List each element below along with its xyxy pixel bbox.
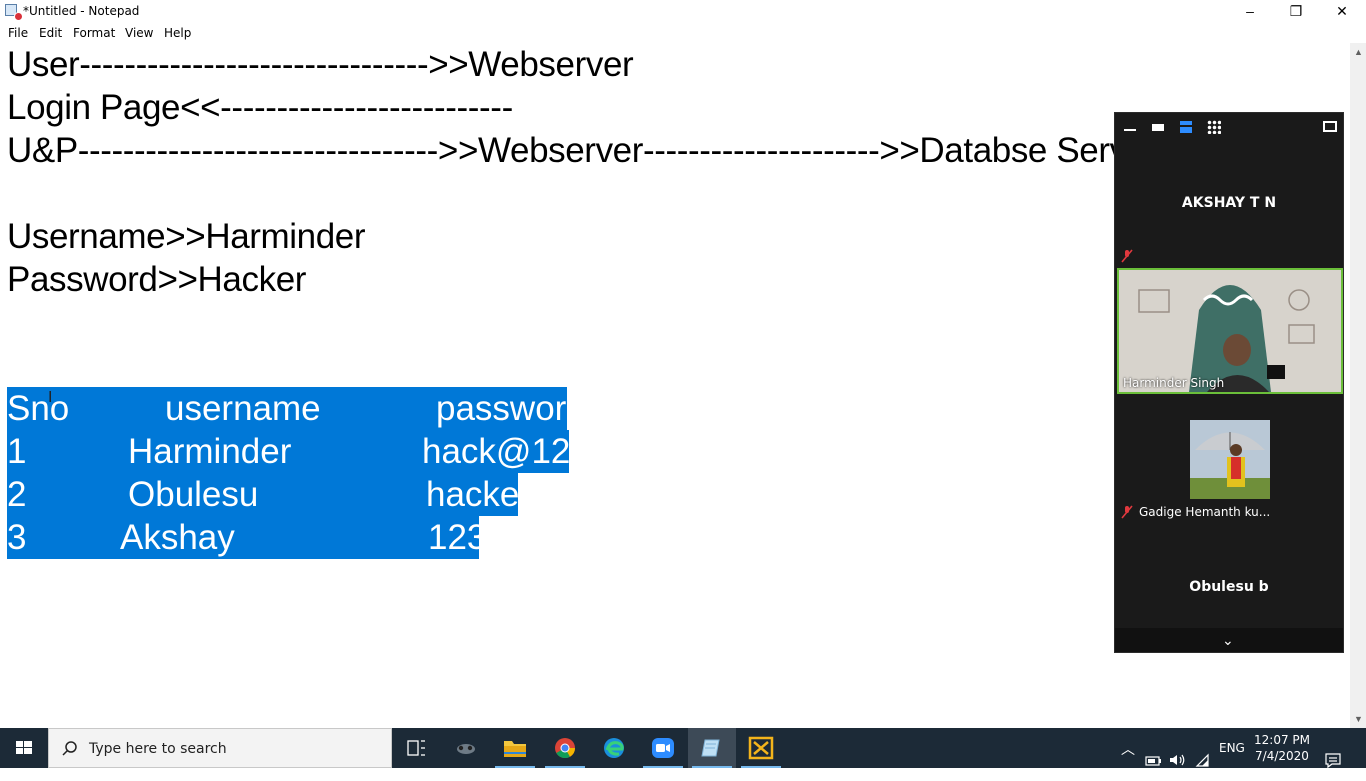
editor-line: Username>>Harminder [7, 217, 366, 256]
taskbar-app-utility[interactable] [737, 728, 785, 768]
table-cell: 2 [7, 475, 27, 514]
ibeam-cursor-icon: I [48, 389, 53, 406]
chevron-down-icon[interactable]: ⌄ [1222, 632, 1234, 649]
maximize-button[interactable]: ❐ [1273, 0, 1319, 23]
taskbar-search-box[interactable]: Type here to search [48, 728, 392, 768]
muted-mic-icon [1121, 249, 1133, 263]
single-view-icon[interactable] [1152, 124, 1164, 131]
menu-bar: File Edit Format View Help [0, 23, 1366, 43]
menu-file[interactable]: File [8, 26, 28, 40]
participant-name: Gadige Hemanth ku... [1139, 505, 1271, 519]
title-bar: *Untitled - Notepad – ❐ ✕ [0, 0, 1366, 23]
participant-video-label: Harminder Singh [1123, 376, 1225, 390]
table-cell: hack@123 [422, 432, 590, 471]
table-cell: 1 [7, 432, 27, 471]
minimize-panel-icon[interactable] [1124, 129, 1136, 131]
profile-photo [1190, 420, 1270, 499]
chevron-up-icon[interactable]: ︿ [1121, 739, 1135, 779]
wifi-icon[interactable] [1194, 740, 1212, 780]
zoom-panel-footer: ⌄ [1115, 628, 1343, 652]
volume-icon[interactable] [1168, 740, 1186, 780]
participant-video-active-speaker[interactable]: Harminder Singh [1117, 268, 1343, 394]
folder-icon [504, 741, 526, 757]
edge-icon [604, 738, 624, 758]
menu-view[interactable]: View [125, 26, 153, 40]
taskbar-app-zoom[interactable] [639, 728, 687, 768]
editor-line: Password>>Hacker [7, 260, 307, 299]
speaker-view-icon[interactable] [1180, 121, 1192, 133]
editor-line: User------------------------------->>Web… [7, 45, 634, 84]
utility-app-icon [748, 736, 774, 760]
scroll-up-icon[interactable]: ▲ [1354, 47, 1363, 57]
table-cell: 123 [428, 518, 487, 557]
taskbar-app-edge[interactable] [590, 728, 638, 768]
table-header-password: password [436, 389, 586, 428]
selection-highlight [7, 516, 479, 559]
snipping-tool-icon [457, 744, 475, 754]
clock-time: 12:07 PM [1254, 733, 1310, 747]
vertical-scrollbar[interactable]: ▲ ▼ [1350, 43, 1366, 728]
table-cell: hacker [426, 475, 532, 514]
taskbar-app-chrome[interactable] [541, 728, 589, 768]
gallery-view-icon[interactable] [1207, 120, 1221, 134]
notepad-app-icon [4, 3, 23, 21]
editor-line: Login Page<<-------------------------- [7, 88, 513, 127]
editor-line: U&P-------------------------------->>Web… [7, 131, 1157, 170]
window-title: *Untitled - Notepad [23, 4, 140, 18]
webcam-feed [1119, 270, 1341, 392]
menu-help[interactable]: Help [164, 26, 191, 40]
zoom-panel-toolbar [1115, 113, 1343, 141]
notifications-icon[interactable] [1324, 740, 1342, 780]
battery-icon[interactable] [1144, 740, 1162, 780]
table-cell: Akshay [120, 518, 235, 557]
search-icon [62, 741, 77, 756]
participant-name: AKSHAY T N [1181, 195, 1277, 211]
menu-edit[interactable]: Edit [39, 26, 62, 40]
taskbar: Type here to search ︿ ENG 12:07 PM 7/4/2… [0, 728, 1366, 769]
table-header-sno: Sno [7, 389, 70, 428]
notepad-icon [701, 739, 720, 757]
system-clock[interactable]: 12:07 PM 7/4/2020 [1250, 732, 1314, 764]
zoom-icon [652, 738, 674, 758]
scroll-down-icon[interactable]: ▼ [1354, 714, 1363, 724]
menu-format[interactable]: Format [73, 26, 115, 40]
taskbar-app-file-explorer[interactable] [491, 728, 539, 768]
table-header-username: username [165, 389, 321, 428]
task-view-button[interactable] [392, 728, 440, 768]
table-cell: Obulesu [128, 475, 259, 514]
start-button[interactable] [0, 728, 48, 768]
close-button[interactable]: ✕ [1319, 0, 1365, 23]
windows-logo-icon [16, 741, 32, 754]
participant-name: Obulesu b [1189, 579, 1269, 595]
table-cell: 3 [7, 518, 27, 557]
search-placeholder: Type here to search [89, 741, 227, 757]
exit-panel-icon[interactable] [1323, 121, 1337, 132]
taskbar-app-notepad[interactable] [688, 728, 736, 768]
table-cell: Harminder [128, 432, 292, 471]
clock-date: 7/4/2020 [1255, 749, 1309, 763]
participant-thumbnail[interactable] [1190, 420, 1270, 499]
chrome-icon [555, 738, 576, 759]
taskbar-app-snipping[interactable] [442, 728, 490, 768]
input-language[interactable]: ENG [1219, 741, 1245, 781]
minimize-button[interactable]: – [1227, 0, 1273, 23]
task-view-icon [407, 740, 425, 756]
zoom-video-panel: AKSHAY T N Harminder Singh Gadige Hemant… [1114, 112, 1344, 653]
muted-mic-icon [1121, 505, 1133, 519]
